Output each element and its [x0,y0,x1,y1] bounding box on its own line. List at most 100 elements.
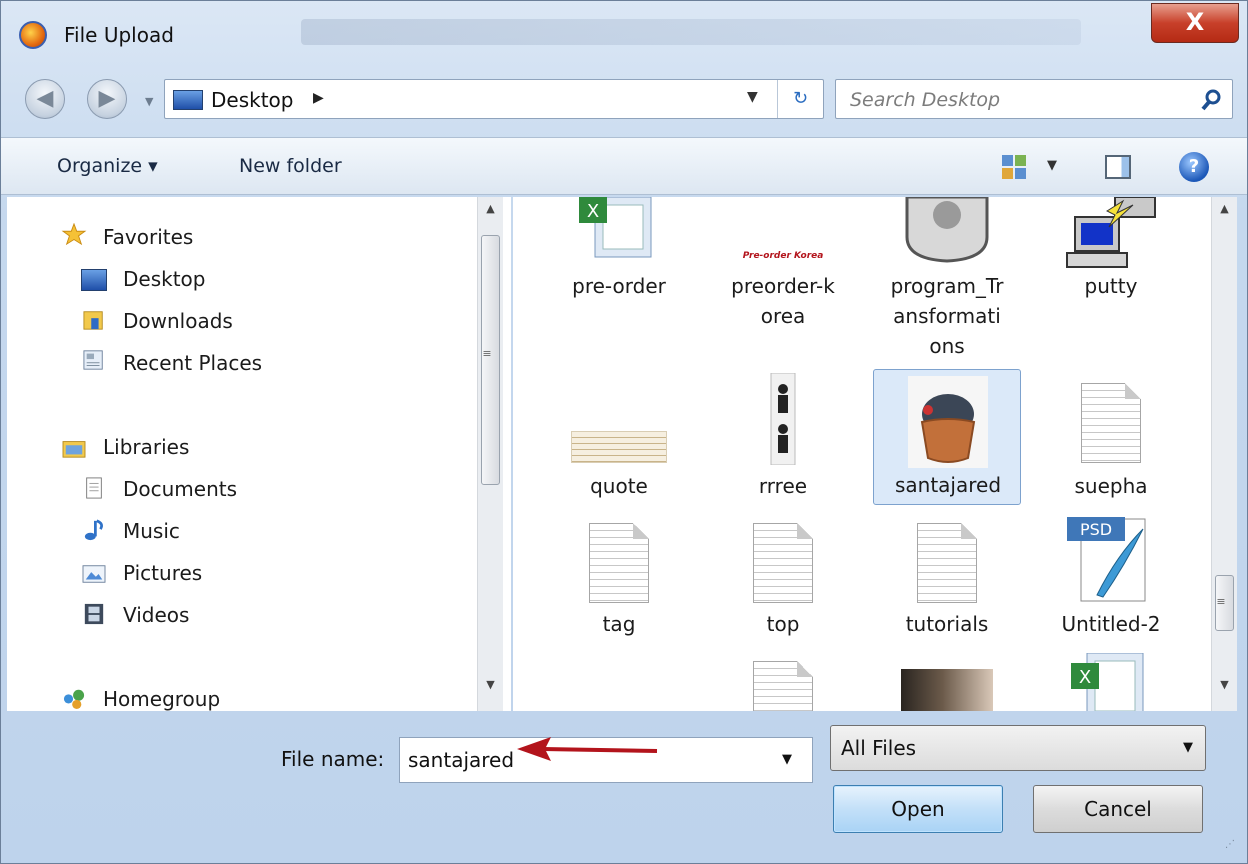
file-suepha[interactable]: suepha [1037,373,1185,503]
file-top[interactable]: top [709,515,857,645]
nav-item-pictures[interactable]: Pictures [123,561,202,585]
star-icon [61,223,87,245]
videos-icon [84,603,104,625]
svg-text:X: X [1079,667,1091,688]
file-text-partial[interactable] [709,653,857,711]
recent-pages-dropdown[interactable]: ▼ [145,95,153,108]
svg-text:X: X [587,201,599,222]
file-label: top [766,612,800,636]
file-type-dropdown-icon: ▼ [1183,740,1193,755]
file-label: santajared [894,473,1002,497]
scroll-grip-icon: ≡ [482,347,492,360]
file-list: X pre-order Pre-order Korea preorder-k o… [513,197,1211,711]
text-file-icon [589,523,649,603]
breadcrumb-arrow-icon[interactable]: ▶ [313,90,324,106]
scroll-thumb[interactable] [481,235,500,485]
dialog-footer: File name: ▼ All Files ▼ Open Cancel ⋰ [1,711,1247,864]
desktop-icon [81,269,107,291]
address-bar[interactable]: Desktop ▶ ▼ ↻ [164,79,824,119]
nav-pane-scrollbar[interactable]: ▲ ≡ ▼ [477,197,503,711]
file-tutorials[interactable]: tutorials [873,515,1021,645]
blurred-background [301,19,1081,45]
nav-item-videos[interactable]: Videos [123,603,189,627]
preorder-thumbnail-text: Pre-order Korea [742,251,824,261]
file-putty[interactable]: putty [1037,197,1185,327]
desktop-icon [173,90,203,110]
file-excel-partial[interactable]: X [1037,653,1185,711]
scroll-up-arrow-icon[interactable]: ▲ [1212,197,1237,221]
file-quote[interactable]: quote [545,373,693,503]
nav-item-desktop[interactable]: Desktop [123,267,205,291]
nav-item-documents[interactable]: Documents [123,477,237,501]
preview-pane-icon[interactable] [1105,155,1131,179]
new-folder-button[interactable]: New folder [239,155,342,177]
file-photo-partial[interactable] [873,653,1021,711]
search-icon[interactable] [1200,88,1224,112]
text-file-icon [753,523,813,603]
scroll-down-arrow-icon[interactable]: ▼ [1212,673,1237,697]
file-name-dropdown-button[interactable]: ▼ [782,752,792,767]
scroll-grip-icon: ≡ [1216,595,1226,608]
back-button[interactable]: ◀ [25,79,65,119]
window-title: File Upload [64,23,174,47]
nav-item-downloads[interactable]: Downloads [123,309,233,333]
open-button[interactable]: Open [833,785,1003,833]
rrree-thumbnail [770,373,796,465]
red-arrow-annotation [517,737,658,761]
nav-item-recent-places[interactable]: Recent Places [123,351,262,375]
putty-icon [1066,197,1156,268]
firefox-icon [19,21,47,49]
file-label: program_Tr ansformati ons [890,274,1004,358]
file-rrree[interactable]: rrree [709,373,857,503]
file-santajared[interactable]: santajared [873,369,1021,505]
forward-button[interactable]: ▶ [87,79,127,119]
file-tag[interactable]: tag [545,515,693,645]
address-location[interactable]: Desktop [211,88,293,112]
file-program-transformations[interactable]: program_Tr ansformati ons [873,197,1021,367]
file-type-select[interactable]: All Files ▼ [830,725,1206,771]
file-name-label: File name: [281,747,385,771]
file-label: suepha [1074,474,1148,498]
command-toolbar: Organize ▾ New folder ▼ ? [1,137,1247,195]
scroll-up-arrow-icon[interactable]: ▲ [478,197,503,221]
program-head-icon [905,197,989,263]
file-label: preorder-k orea [731,274,835,328]
documents-icon [86,477,102,499]
forward-arrow-icon: ▶ [98,86,116,111]
psd-file-icon: PSD [1067,517,1146,602]
file-label: tag [602,612,636,636]
file-label: putty [1084,274,1138,298]
scroll-down-arrow-icon[interactable]: ▼ [478,673,503,697]
text-file-icon [753,661,813,711]
quote-thumbnail [571,431,667,463]
organize-menu[interactable]: Organize ▾ [57,155,158,177]
file-upload-dialog: File Upload X ◀ ▶ ▼ Desktop ▶ ▼ ↻ Organi… [0,0,1248,864]
search-input[interactable] [850,86,1190,114]
file-untitled-2[interactable]: PSD Untitled-2 [1037,515,1185,645]
file-label: tutorials [905,612,989,636]
file-preorder-korea[interactable]: Pre-order Korea preorder-k orea [709,197,857,328]
view-options-icon[interactable] [1001,154,1027,180]
view-dropdown-button[interactable]: ▼ [1047,158,1057,173]
excel-file-icon: X [1071,653,1144,711]
file-label: quote [590,474,648,498]
cancel-button[interactable]: Cancel [1033,785,1203,833]
file-list-scrollbar[interactable]: ▲ ≡ ▼ [1211,197,1237,711]
libraries-icon [62,441,86,458]
address-dropdown-button[interactable]: ▼ [747,89,758,105]
help-icon[interactable]: ? [1179,152,1209,182]
nav-item-music[interactable]: Music [123,519,180,543]
refresh-icon: ↻ [792,88,809,109]
file-pre-order[interactable]: X pre-order [545,197,693,327]
resize-grip-icon[interactable]: ⋰ [1225,839,1235,850]
search-box[interactable] [835,79,1233,119]
santajared-thumbnail [908,376,988,468]
refresh-button[interactable]: ↻ [777,80,823,118]
close-button[interactable]: X [1151,3,1239,43]
nav-homegroup[interactable]: Homegroup [103,687,220,711]
back-arrow-icon: ◀ [36,86,54,111]
homegroup-icon [63,689,85,709]
file-label: pre-order [572,274,666,298]
nav-favorites[interactable]: Favorites [103,225,193,249]
nav-libraries[interactable]: Libraries [103,435,189,459]
